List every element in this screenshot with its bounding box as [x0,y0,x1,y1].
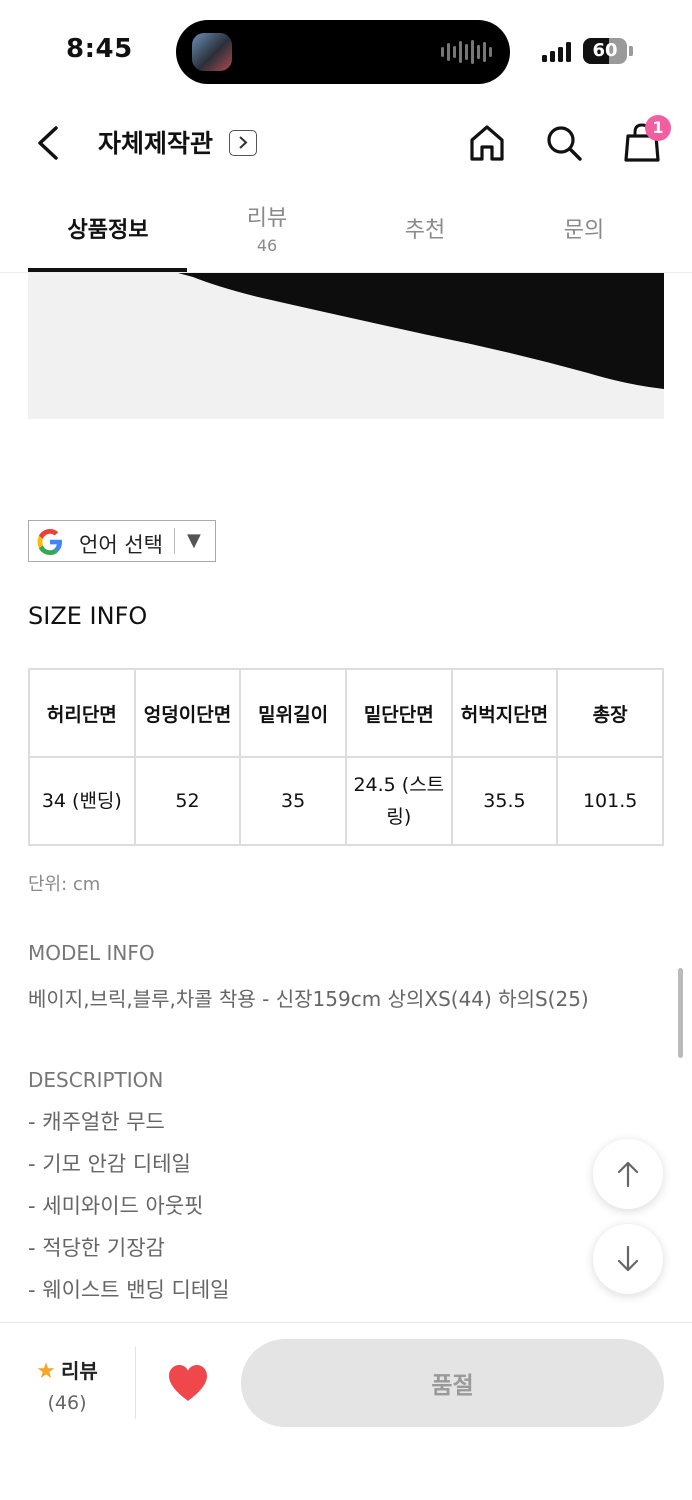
table-cell: 35 [239,756,347,846]
battery-tip [629,46,633,56]
search-icon[interactable] [544,122,584,164]
back-arrow-icon[interactable] [30,120,70,166]
tab-product-info[interactable]: 상품정보 [28,186,188,273]
size-info-title: SIZE INFO [28,602,148,630]
active-tab-indicator [28,268,187,272]
language-select-label: 언어 선택 [79,533,163,557]
battery-icon: 60 [583,38,627,64]
tab-reviews[interactable]: 리뷰 46 [187,186,347,273]
table-cell: 24.5 (스트링) [344,756,453,846]
product-image [28,273,664,419]
review-summary-button[interactable]: ★ 리뷰 (46) [28,1355,106,1414]
table-cell: 101.5 [556,756,664,846]
store-chevron-right-icon[interactable] [229,130,257,156]
description-list: - 캐주얼한 무드 - 기모 안감 디테일 - 세미와이드 아웃핏 - 적당한 … [28,1108,229,1318]
cellular-signal-icon [542,42,571,62]
table-header-cell: 허리단면 [28,668,136,758]
tab-recommend[interactable]: 추천 [345,186,505,273]
divider [135,1347,136,1419]
model-info-text: 베이지,브릭,블루,차콜 착용 - 신장159cm 상의XS(44) 하의S(2… [28,987,589,1011]
table-header-row: 허리단면 엉덩이단면 밑위길이 밑단단면 허벅지단면 총장 [28,668,664,758]
status-bar: 8:45 60 [0,0,692,100]
cart-count-badge: 1 [645,115,671,141]
tab-review-count: 46 [256,236,278,255]
size-unit-note: 단위: cm [28,874,101,895]
dropdown-separator [174,528,175,554]
table-cell: 35.5 [450,756,559,846]
scroll-to-bottom-button[interactable] [593,1224,663,1294]
bottom-action-bar: ★ 리뷰 (46) 품절 [0,1322,692,1500]
table-row: 34 (밴딩) 52 35 24.5 (스트링) 35.5 101.5 [28,756,664,846]
tab-label: 문의 [563,218,605,243]
arrow-down-icon [617,1245,639,1272]
size-table: 허리단면 엉덩이단면 밑위길이 밑단단면 허벅지단면 총장 34 (밴딩) 52… [28,668,664,846]
tab-label: 추천 [404,218,446,243]
description-title: DESCRIPTION [28,1068,164,1092]
review-count: (46) [47,1392,87,1414]
list-item: - 세미와이드 아웃핏 [28,1194,204,1218]
list-item: - 캐주얼한 무드 [28,1110,165,1134]
table-header-cell: 밑위길이 [239,668,347,758]
review-label: 리뷰 [61,1359,98,1383]
audio-waveform-icon [441,40,492,64]
list-item: - 기모 안감 디테일 [28,1152,191,1176]
dropdown-arrow-icon: ▼ [187,530,201,551]
status-time: 8:45 [66,34,133,64]
scroll-to-top-button[interactable] [593,1139,663,1209]
arrow-up-icon [617,1161,639,1188]
tab-label: 리뷰 [246,206,288,231]
battery-percent: 60 [592,40,618,61]
top-nav-bar: 자체제작관 [0,100,692,186]
model-info-title: MODEL INFO [28,941,155,965]
scrollbar[interactable] [678,968,683,1058]
table-header-cell: 총장 [556,668,664,758]
language-select-dropdown[interactable]: 언어 선택 ▼ [28,520,216,562]
table-header-cell: 밑단단면 [344,668,453,758]
home-icon[interactable] [467,122,507,164]
google-logo-icon [37,529,62,555]
table-cell: 52 [133,756,242,846]
store-title[interactable]: 자체제작관 [98,124,213,160]
table-header-cell: 허벅지단면 [450,668,559,758]
dynamic-island[interactable] [176,20,510,84]
tab-inquiry[interactable]: 문의 [504,186,664,273]
sold-out-button[interactable]: 품절 [241,1339,664,1427]
product-tabs: 상품정보 리뷰 46 추천 문의 [0,186,692,273]
list-item: - 웨이스트 밴딩 디테일 [28,1278,230,1302]
heart-icon[interactable] [166,1363,210,1403]
table-cell: 34 (밴딩) [28,756,136,846]
star-icon: ★ [36,1359,56,1384]
table-header-cell: 엉덩이단면 [133,668,242,758]
tab-label: 상품정보 [67,218,149,243]
list-item: - 적당한 기장감 [28,1236,165,1260]
now-playing-artwork [192,33,232,71]
